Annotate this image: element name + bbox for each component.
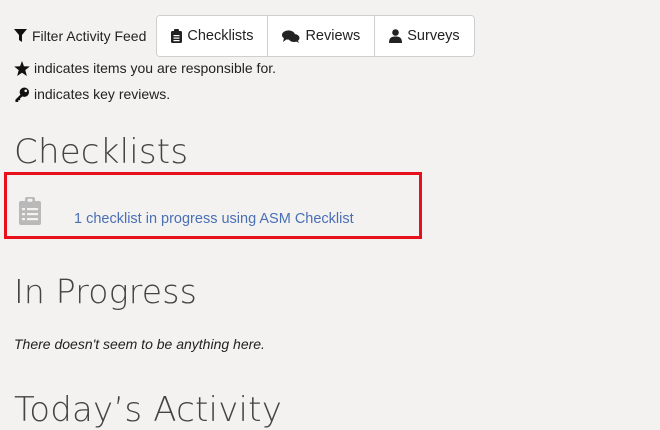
surveys-filter-label: Surveys xyxy=(407,28,460,44)
key-icon xyxy=(15,86,30,102)
surveys-filter-button[interactable]: Surveys xyxy=(375,16,474,56)
checklist-progress-link[interactable]: 1 checklist in progress using ASM Checkl… xyxy=(74,211,354,227)
todays-activity-heading: Today’s Activity xyxy=(14,390,283,430)
in-progress-empty-note: There doesn't seem to be anything here. xyxy=(14,336,265,352)
key-legend: indicates key reviews. xyxy=(14,86,170,102)
filter-bar: Filter Activity Feed Checklists Reviews xyxy=(14,15,475,57)
checklists-heading: Checklists xyxy=(14,132,189,172)
in-progress-heading: In Progress xyxy=(14,272,198,311)
checklists-highlight-box: 1 checklist in progress using ASM Checkl… xyxy=(4,172,422,239)
filter-label-text: Filter Activity Feed xyxy=(32,28,147,44)
reviews-filter-label: Reviews xyxy=(305,28,361,44)
checklist-clipboard-icon xyxy=(19,197,41,225)
clipboard-icon xyxy=(171,29,183,43)
checklists-filter-label: Checklists xyxy=(187,28,254,44)
filter-icon xyxy=(14,29,27,42)
star-icon xyxy=(14,60,30,76)
comments-icon xyxy=(282,29,300,43)
filter-button-group: Checklists Reviews Surveys xyxy=(156,15,475,57)
user-icon xyxy=(389,29,403,43)
key-legend-text: indicates key reviews. xyxy=(34,86,171,102)
reviews-filter-button[interactable]: Reviews xyxy=(268,16,376,56)
checklists-filter-button[interactable]: Checklists xyxy=(157,16,269,56)
star-legend-text: indicates items you are responsible for. xyxy=(34,60,277,76)
star-legend: indicates items you are responsible for. xyxy=(14,60,276,76)
filter-label: Filter Activity Feed xyxy=(14,15,146,57)
